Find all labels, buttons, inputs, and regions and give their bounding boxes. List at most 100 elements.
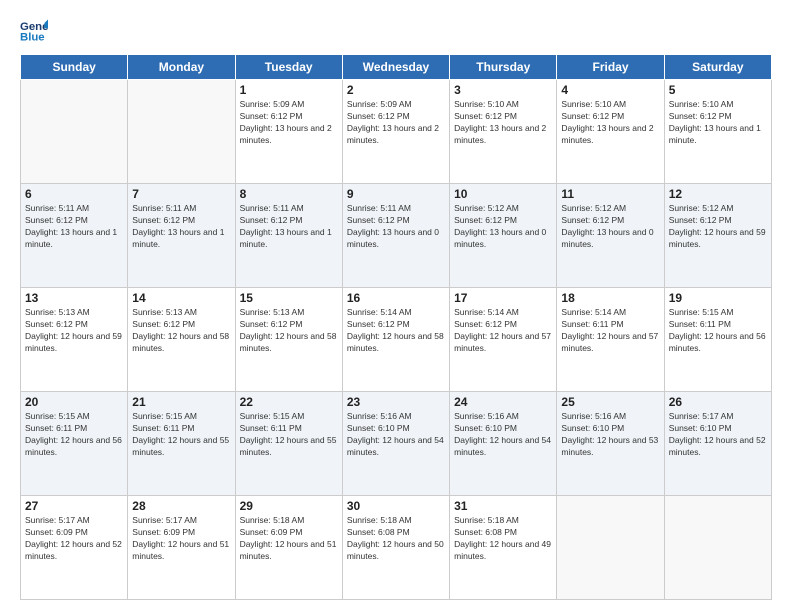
- calendar-cell: 21Sunrise: 5:15 AMSunset: 6:11 PMDayligh…: [128, 392, 235, 496]
- day-info: Sunrise: 5:15 AMSunset: 6:11 PMDaylight:…: [240, 411, 338, 459]
- day-info: Sunrise: 5:11 AMSunset: 6:12 PMDaylight:…: [25, 203, 123, 251]
- calendar-week: 20 Sunrise: 5:15 AMSunset: 6:11 PMDayligh…: [21, 392, 772, 496]
- day-info: Sunrise: 5:12 AMSunset: 6:12 PMDaylight:…: [669, 203, 767, 251]
- logo-icon: General Blue: [20, 16, 48, 44]
- day-number: 7: [132, 187, 230, 201]
- calendar-cell: [128, 80, 235, 184]
- day-info: Sunrise: 5:18 AMSunset: 6:09 PMDaylight:…: [240, 515, 338, 563]
- day-number: 13: [25, 291, 123, 305]
- calendar-cell: 11 Sunrise: 5:12 AMSunset: 6:12 PMDayligh…: [557, 184, 664, 288]
- day-number: 11: [561, 187, 659, 201]
- calendar-cell: 9Sunrise: 5:11 AMSunset: 6:12 PMDaylight…: [342, 184, 449, 288]
- day-number: 4: [561, 83, 659, 97]
- calendar-cell: [557, 496, 664, 600]
- calendar-week: 6 Sunrise: 5:11 AMSunset: 6:12 PMDaylight…: [21, 184, 772, 288]
- header-row: SundayMondayTuesdayWednesdayThursdayFrid…: [21, 55, 772, 80]
- day-number: 17: [454, 291, 552, 305]
- day-number: 15: [240, 291, 338, 305]
- day-info: Sunrise: 5:17 AMSunset: 6:09 PMDaylight:…: [25, 515, 123, 563]
- day-number: 28: [132, 499, 230, 513]
- calendar-cell: [21, 80, 128, 184]
- day-info: Sunrise: 5:16 AMSunset: 6:10 PMDaylight:…: [347, 411, 445, 459]
- day-number: 18: [561, 291, 659, 305]
- day-info: Sunrise: 5:10 AMSunset: 6:12 PMDaylight:…: [561, 99, 659, 147]
- day-number: 1: [240, 83, 338, 97]
- calendar-cell: 17Sunrise: 5:14 AMSunset: 6:12 PMDayligh…: [450, 288, 557, 392]
- calendar-cell: 13 Sunrise: 5:13 AMSunset: 6:12 PMDayligh…: [21, 288, 128, 392]
- calendar-cell: 4 Sunrise: 5:10 AMSunset: 6:12 PMDaylight…: [557, 80, 664, 184]
- calendar-cell: 29Sunrise: 5:18 AMSunset: 6:09 PMDayligh…: [235, 496, 342, 600]
- day-number: 8: [240, 187, 338, 201]
- calendar-cell: 8 Sunrise: 5:11 AMSunset: 6:12 PMDaylight…: [235, 184, 342, 288]
- day-info: Sunrise: 5:18 AMSunset: 6:08 PMDaylight:…: [454, 515, 552, 563]
- calendar-cell: 14Sunrise: 5:13 AMSunset: 6:12 PMDayligh…: [128, 288, 235, 392]
- day-header: Thursday: [450, 55, 557, 80]
- day-header: Saturday: [664, 55, 771, 80]
- day-info: Sunrise: 5:11 AMSunset: 6:12 PMDaylight:…: [240, 203, 338, 251]
- day-number: 16: [347, 291, 445, 305]
- day-header: Sunday: [21, 55, 128, 80]
- day-info: Sunrise: 5:13 AMSunset: 6:12 PMDaylight:…: [25, 307, 123, 355]
- day-info: Sunrise: 5:15 AMSunset: 6:11 PMDaylight:…: [25, 411, 123, 459]
- day-number: 30: [347, 499, 445, 513]
- calendar-cell: 28 Sunrise: 5:17 AMSunset: 6:09 PMDayligh…: [128, 496, 235, 600]
- calendar-cell: 12 Sunrise: 5:12 AMSunset: 6:12 PMDayligh…: [664, 184, 771, 288]
- calendar-cell: 18 Sunrise: 5:14 AMSunset: 6:11 PMDayligh…: [557, 288, 664, 392]
- day-number: 12: [669, 187, 767, 201]
- calendar-week: 27Sunrise: 5:17 AMSunset: 6:09 PMDayligh…: [21, 496, 772, 600]
- calendar-cell: 7 Sunrise: 5:11 AMSunset: 6:12 PMDaylight…: [128, 184, 235, 288]
- calendar-cell: 20 Sunrise: 5:15 AMSunset: 6:11 PMDayligh…: [21, 392, 128, 496]
- day-number: 31: [454, 499, 552, 513]
- calendar-cell: 5 Sunrise: 5:10 AMSunset: 6:12 PMDaylight…: [664, 80, 771, 184]
- calendar-cell: 3Sunrise: 5:10 AMSunset: 6:12 PMDaylight…: [450, 80, 557, 184]
- day-number: 5: [669, 83, 767, 97]
- day-info: Sunrise: 5:10 AMSunset: 6:12 PMDaylight:…: [669, 99, 767, 147]
- day-number: 24: [454, 395, 552, 409]
- day-info: Sunrise: 5:11 AMSunset: 6:12 PMDaylight:…: [347, 203, 445, 251]
- day-number: 26: [669, 395, 767, 409]
- calendar-week: 1 Sunrise: 5:09 AMSunset: 6:12 PMDaylight…: [21, 80, 772, 184]
- day-info: Sunrise: 5:16 AMSunset: 6:10 PMDaylight:…: [561, 411, 659, 459]
- day-number: 22: [240, 395, 338, 409]
- logo: General Blue: [20, 16, 52, 44]
- day-info: Sunrise: 5:12 AMSunset: 6:12 PMDaylight:…: [454, 203, 552, 251]
- page: General Blue SundayMondayTuesdayWednesda…: [0, 0, 792, 612]
- day-header: Monday: [128, 55, 235, 80]
- calendar-cell: 22 Sunrise: 5:15 AMSunset: 6:11 PMDayligh…: [235, 392, 342, 496]
- day-info: Sunrise: 5:13 AMSunset: 6:12 PMDaylight:…: [132, 307, 230, 355]
- calendar-cell: 25 Sunrise: 5:16 AMSunset: 6:10 PMDayligh…: [557, 392, 664, 496]
- day-info: Sunrise: 5:14 AMSunset: 6:11 PMDaylight:…: [561, 307, 659, 355]
- calendar-cell: 10Sunrise: 5:12 AMSunset: 6:12 PMDayligh…: [450, 184, 557, 288]
- day-info: Sunrise: 5:12 AMSunset: 6:12 PMDaylight:…: [561, 203, 659, 251]
- day-info: Sunrise: 5:09 AMSunset: 6:12 PMDaylight:…: [240, 99, 338, 147]
- calendar-week: 13 Sunrise: 5:13 AMSunset: 6:12 PMDayligh…: [21, 288, 772, 392]
- day-info: Sunrise: 5:13 AMSunset: 6:12 PMDaylight:…: [240, 307, 338, 355]
- calendar-cell: [664, 496, 771, 600]
- day-header: Friday: [557, 55, 664, 80]
- calendar-cell: 2Sunrise: 5:09 AMSunset: 6:12 PMDaylight…: [342, 80, 449, 184]
- day-info: Sunrise: 5:15 AMSunset: 6:11 PMDaylight:…: [132, 411, 230, 459]
- calendar-cell: 6 Sunrise: 5:11 AMSunset: 6:12 PMDaylight…: [21, 184, 128, 288]
- day-header: Wednesday: [342, 55, 449, 80]
- calendar-cell: 16Sunrise: 5:14 AMSunset: 6:12 PMDayligh…: [342, 288, 449, 392]
- calendar-cell: 26Sunrise: 5:17 AMSunset: 6:10 PMDayligh…: [664, 392, 771, 496]
- day-number: 20: [25, 395, 123, 409]
- calendar-cell: 23 Sunrise: 5:16 AMSunset: 6:10 PMDayligh…: [342, 392, 449, 496]
- day-info: Sunrise: 5:16 AMSunset: 6:10 PMDaylight:…: [454, 411, 552, 459]
- calendar-cell: 1 Sunrise: 5:09 AMSunset: 6:12 PMDaylight…: [235, 80, 342, 184]
- day-number: 19: [669, 291, 767, 305]
- calendar-cell: 24 Sunrise: 5:16 AMSunset: 6:10 PMDayligh…: [450, 392, 557, 496]
- day-info: Sunrise: 5:11 AMSunset: 6:12 PMDaylight:…: [132, 203, 230, 251]
- calendar-cell: 27Sunrise: 5:17 AMSunset: 6:09 PMDayligh…: [21, 496, 128, 600]
- day-info: Sunrise: 5:15 AMSunset: 6:11 PMDaylight:…: [669, 307, 767, 355]
- day-number: 25: [561, 395, 659, 409]
- day-info: Sunrise: 5:17 AMSunset: 6:09 PMDaylight:…: [132, 515, 230, 563]
- header: General Blue: [20, 16, 772, 44]
- day-info: Sunrise: 5:09 AMSunset: 6:12 PMDaylight:…: [347, 99, 445, 147]
- day-number: 6: [25, 187, 123, 201]
- day-number: 23: [347, 395, 445, 409]
- day-number: 3: [454, 83, 552, 97]
- svg-text:Blue: Blue: [20, 32, 45, 44]
- calendar-cell: 31 Sunrise: 5:18 AMSunset: 6:08 PMDayligh…: [450, 496, 557, 600]
- calendar-cell: 30Sunrise: 5:18 AMSunset: 6:08 PMDayligh…: [342, 496, 449, 600]
